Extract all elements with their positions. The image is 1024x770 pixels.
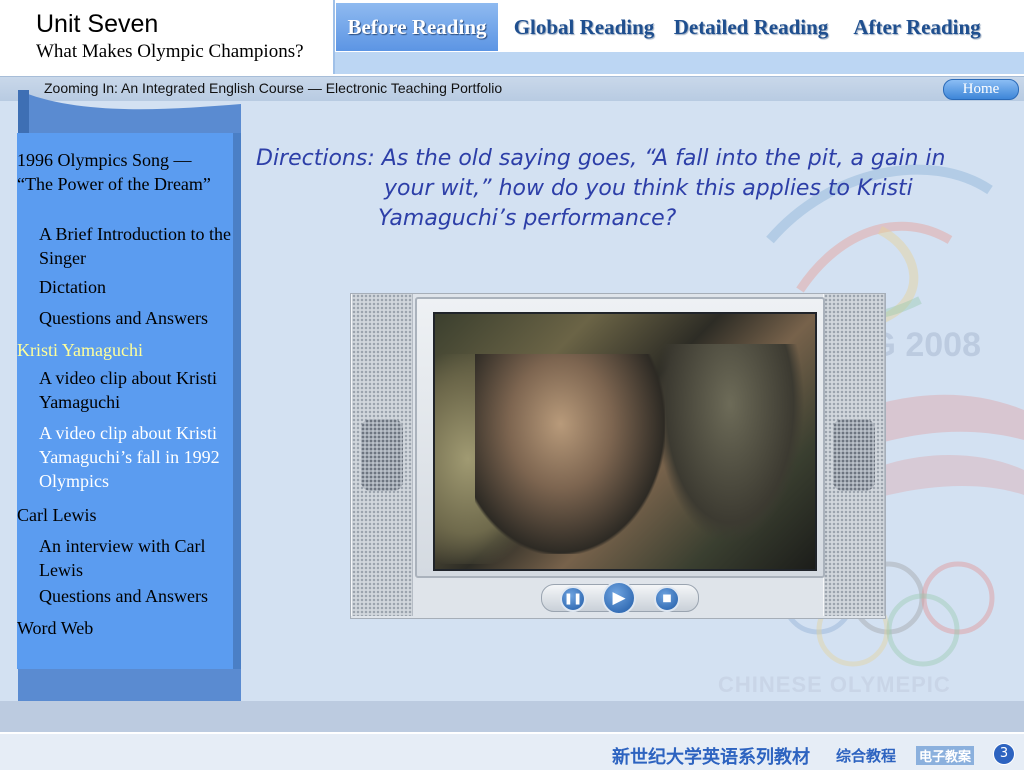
video-frame-skater xyxy=(475,354,665,554)
footer-brand: 新世纪大学英语系列教材 xyxy=(612,747,810,768)
home-button[interactable]: Home xyxy=(943,79,1019,100)
player-controls: ❚❚ ▶ ■ xyxy=(541,581,699,615)
video-screen[interactable] xyxy=(433,312,817,571)
tab-detailed-reading[interactable]: Detailed Reading xyxy=(666,3,836,51)
footer: 新世纪大学英语系列教材 综合教程 电子教案 3 xyxy=(0,732,1024,770)
nav-olympics-song[interactable]: 1996 Olympics Song — “The Power of the D… xyxy=(17,148,231,196)
speaker-right xyxy=(823,294,885,616)
speaker-grille-left xyxy=(361,419,403,491)
nav-carl-lewis[interactable]: Carl Lewis xyxy=(17,503,231,527)
unit-subtitle: What Makes Olympic Champions? xyxy=(36,41,304,62)
sidebar-nav: 1996 Olympics Song — “The Power of the D… xyxy=(17,133,241,669)
video-frame-crowd xyxy=(655,344,805,544)
speaker-left xyxy=(351,294,413,616)
footer-course: 综合教程 xyxy=(836,747,897,765)
nav-questions-answers-1[interactable]: Questions and Answers xyxy=(17,306,231,330)
screen-bezel xyxy=(415,297,825,578)
header: Unit Seven What Makes Olympic Champions?… xyxy=(0,0,1024,76)
unit-title: Unit Seven xyxy=(36,10,159,38)
speaker-grille-right xyxy=(833,419,875,491)
nav-kristi-yamaguchi[interactable]: Kristi Yamaguchi xyxy=(17,338,231,362)
play-icon: ▶ xyxy=(612,588,626,608)
nav-carl-interview[interactable]: An interview with Carl Lewis xyxy=(17,534,231,582)
stop-icon: ■ xyxy=(662,593,672,604)
nav-word-web[interactable]: Word Web xyxy=(17,616,231,640)
pause-button[interactable]: ❚❚ xyxy=(560,586,586,612)
video-player: ❚❚ ▶ ■ xyxy=(350,293,886,619)
directions-line-2: your wit,” how do you think this applies… xyxy=(384,176,913,201)
play-button[interactable]: ▶ xyxy=(602,581,636,615)
tab-before-reading[interactable]: Before Reading xyxy=(336,3,498,51)
nav-kristi-fall-clip[interactable]: A video clip about Kristi Yamaguchi’s fa… xyxy=(17,421,231,493)
directions-line-1: Directions: As the old saying goes, “A f… xyxy=(256,146,946,171)
nav-dictation[interactable]: Dictation xyxy=(17,275,231,299)
tab-after-reading[interactable]: After Reading xyxy=(846,3,988,51)
footer-band xyxy=(0,701,1024,732)
stop-button[interactable]: ■ xyxy=(654,586,680,612)
pause-icon: ❚❚ xyxy=(563,592,583,605)
footer-portfolio: 电子教案 xyxy=(916,746,975,765)
nav-kristi-video-clip[interactable]: A video clip about Kristi Yamaguchi xyxy=(17,366,231,414)
tab-global-reading[interactable]: Global Reading xyxy=(508,3,660,51)
nav-questions-answers-2[interactable]: Questions and Answers xyxy=(17,584,231,608)
page-number-badge: 3 xyxy=(993,743,1015,765)
nav-singer-intro[interactable]: A Brief Introduction to the Singer xyxy=(17,222,231,270)
directions-line-3: Yamaguchi’s performance? xyxy=(378,206,677,231)
